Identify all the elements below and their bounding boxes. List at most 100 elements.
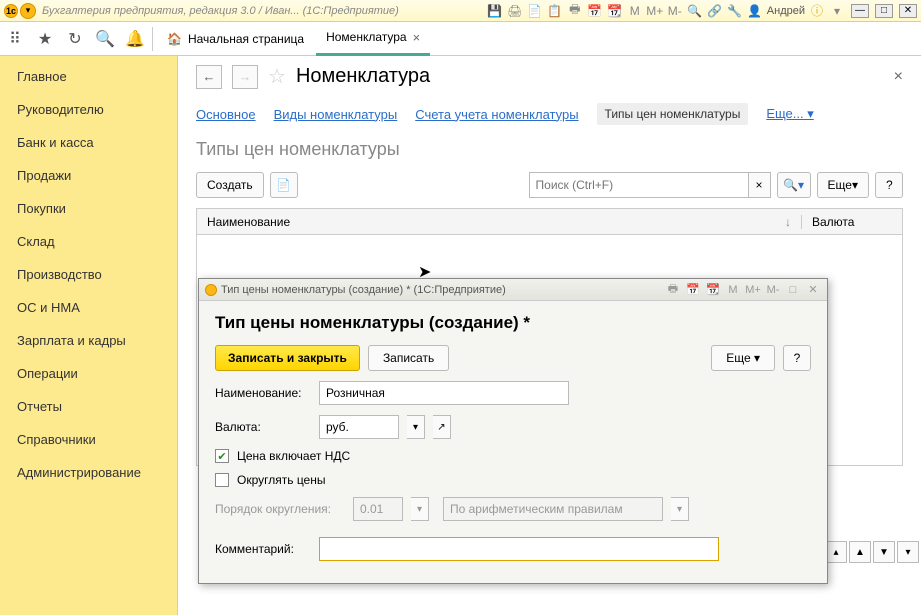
col-currency[interactable]: Валюта xyxy=(802,215,902,229)
fav-star-icon[interactable]: ☆ xyxy=(268,64,286,89)
currency-open[interactable]: ↗ xyxy=(433,415,451,439)
link-kinds[interactable]: Виды номенклатуры xyxy=(274,107,398,122)
scroll-up[interactable]: ▲ xyxy=(849,541,871,563)
link-icon[interactable]: 🔗 xyxy=(707,3,723,19)
home-label: Начальная страница xyxy=(188,32,304,46)
d-max-icon[interactable]: □ xyxy=(785,282,801,298)
sidebar-item-reports[interactable]: Отчеты xyxy=(0,390,177,423)
star-icon[interactable]: ★ xyxy=(30,22,60,56)
search-tb-icon[interactable]: 🔍 xyxy=(90,22,120,56)
bell-icon[interactable]: 🔔 xyxy=(120,22,150,56)
dialog-more-button[interactable]: Еще ▾ xyxy=(711,345,775,371)
label-comment: Комментарий: xyxy=(215,542,311,556)
name-input[interactable] xyxy=(319,381,569,405)
close-button[interactable]: ✕ xyxy=(899,4,917,18)
page-close-icon[interactable]: × xyxy=(894,68,903,86)
sidebar-item-bank[interactable]: Банк и касса xyxy=(0,126,177,159)
nav-fwd[interactable]: → xyxy=(232,65,258,89)
sidebar-item-operations[interactable]: Операции xyxy=(0,357,177,390)
info-dd[interactable]: ▾ xyxy=(829,3,845,19)
m-icon[interactable]: M xyxy=(627,3,643,19)
sidebar-item-salary[interactable]: Зарплата и кадры xyxy=(0,324,177,357)
sidebar-item-admin[interactable]: Администрирование xyxy=(0,456,177,489)
d-close-icon[interactable]: ✕ xyxy=(805,282,821,298)
user-label[interactable]: Андрей xyxy=(767,5,805,17)
checkbox-vat[interactable]: ✔ xyxy=(215,449,229,463)
d-mplus-icon[interactable]: M+ xyxy=(745,282,761,298)
scroll-down[interactable]: ▼ xyxy=(873,541,895,563)
calendar-icon[interactable]: 📆 xyxy=(607,3,623,19)
scroll-controls: ▴ ▲ ▼ ▾ xyxy=(825,541,919,563)
history-icon[interactable]: ↻ xyxy=(60,22,90,56)
app-titlebar: 1c ▾ Бухгалтерия предприятия, редакция 3… xyxy=(0,0,921,22)
d-calc-icon[interactable]: 📅 xyxy=(685,282,701,298)
create-button[interactable]: Создать xyxy=(196,172,264,198)
round-input xyxy=(353,497,403,521)
tab-close-icon[interactable]: × xyxy=(413,30,421,45)
nav-back[interactable]: ← xyxy=(196,65,222,89)
sidebar-item-assets[interactable]: ОС и НМА xyxy=(0,291,177,324)
dialog-help-button[interactable]: ? xyxy=(783,345,811,371)
d-mminus-icon[interactable]: M- xyxy=(765,282,781,298)
link-more[interactable]: Еще... ▾ xyxy=(766,106,813,122)
col-name[interactable]: Наименование↓ xyxy=(197,215,802,229)
label-currency: Валюта: xyxy=(215,420,311,434)
sidebar-item-main[interactable]: Главное xyxy=(0,60,177,93)
dialog-titlebar[interactable]: Тип цены номенклатуры (создание) * (1С:П… xyxy=(199,279,827,301)
print2-icon[interactable]: 🖶 xyxy=(567,3,583,19)
apps-icon[interactable]: ⠿ xyxy=(0,22,30,56)
maximize-button[interactable]: □ xyxy=(875,4,893,18)
app-logo-icon: 1c xyxy=(4,4,18,18)
save-button[interactable]: Записать xyxy=(368,345,449,371)
sidebar-item-catalogs[interactable]: Справочники xyxy=(0,423,177,456)
tab-nomenclature[interactable]: Номенклатура × xyxy=(316,22,430,56)
sidebar-item-stock[interactable]: Склад xyxy=(0,225,177,258)
info-icon[interactable]: ⓘ xyxy=(809,3,825,19)
more-button[interactable]: Еще ▾ xyxy=(817,172,869,198)
checkbox-round[interactable] xyxy=(215,473,229,487)
titlebar-dropdown[interactable]: ▾ xyxy=(20,3,36,19)
dialog-price-type: Тип цены номенклатуры (создание) * (1С:П… xyxy=(198,278,828,584)
link-pricetypes[interactable]: Типы цен номенклатуры xyxy=(597,103,749,125)
tools-icon[interactable]: 🔧 xyxy=(727,3,743,19)
d-print-icon[interactable]: 🖶 xyxy=(665,282,681,298)
currency-input[interactable] xyxy=(319,415,399,439)
round-rule-input xyxy=(443,497,663,521)
currency-dd[interactable]: ▾ xyxy=(407,415,425,439)
divider xyxy=(152,27,153,51)
sort-icon: ↓ xyxy=(785,215,791,229)
comment-input[interactable] xyxy=(319,537,719,561)
save-close-button[interactable]: Записать и закрыть xyxy=(215,345,360,371)
user-icon: 👤 xyxy=(747,3,763,19)
home-tab[interactable]: 🏠 Начальная страница xyxy=(155,22,316,56)
link-main[interactable]: Основное xyxy=(196,107,256,122)
link-accounts[interactable]: Счета учета номенклатуры xyxy=(415,107,578,122)
zoom-icon[interactable]: 🔍 xyxy=(687,3,703,19)
mplus-icon[interactable]: M+ xyxy=(647,3,663,19)
search-clear[interactable]: × xyxy=(749,172,771,198)
sidebar-item-manager[interactable]: Руководителю xyxy=(0,93,177,126)
calc-icon[interactable]: 📅 xyxy=(587,3,603,19)
dialog-title: Тип цены номенклатуры (создание) * xyxy=(215,313,811,333)
sidebar-item-purchases[interactable]: Покупки xyxy=(0,192,177,225)
print-icon[interactable]: 🖨 xyxy=(507,3,523,19)
minimize-button[interactable]: — xyxy=(851,4,869,18)
home-icon: 🏠 xyxy=(167,32,182,46)
doc-icon[interactable]: 📄 xyxy=(527,3,543,19)
help-button[interactable]: ? xyxy=(875,172,903,198)
adv-search-button[interactable]: 🔍▾ xyxy=(777,172,811,198)
copy-icon[interactable]: 📋 xyxy=(547,3,563,19)
mminus-icon[interactable]: M- xyxy=(667,3,683,19)
save-icon[interactable]: 💾 xyxy=(487,3,503,19)
scroll-top[interactable]: ▴ xyxy=(825,541,847,563)
dialog-wintitle: Тип цены номенклатуры (создание) * (1С:П… xyxy=(221,284,661,296)
scroll-bottom[interactable]: ▾ xyxy=(897,541,919,563)
copy-button[interactable]: 📄 xyxy=(270,172,298,198)
dialog-logo-icon xyxy=(205,284,217,296)
search-input[interactable] xyxy=(529,172,749,198)
sidebar-item-production[interactable]: Производство xyxy=(0,258,177,291)
sidebar-item-sales[interactable]: Продажи xyxy=(0,159,177,192)
d-m-icon[interactable]: M xyxy=(725,282,741,298)
d-cal-icon[interactable]: 📆 xyxy=(705,282,721,298)
app-title: Бухгалтерия предприятия, редакция 3.0 / … xyxy=(42,5,487,17)
